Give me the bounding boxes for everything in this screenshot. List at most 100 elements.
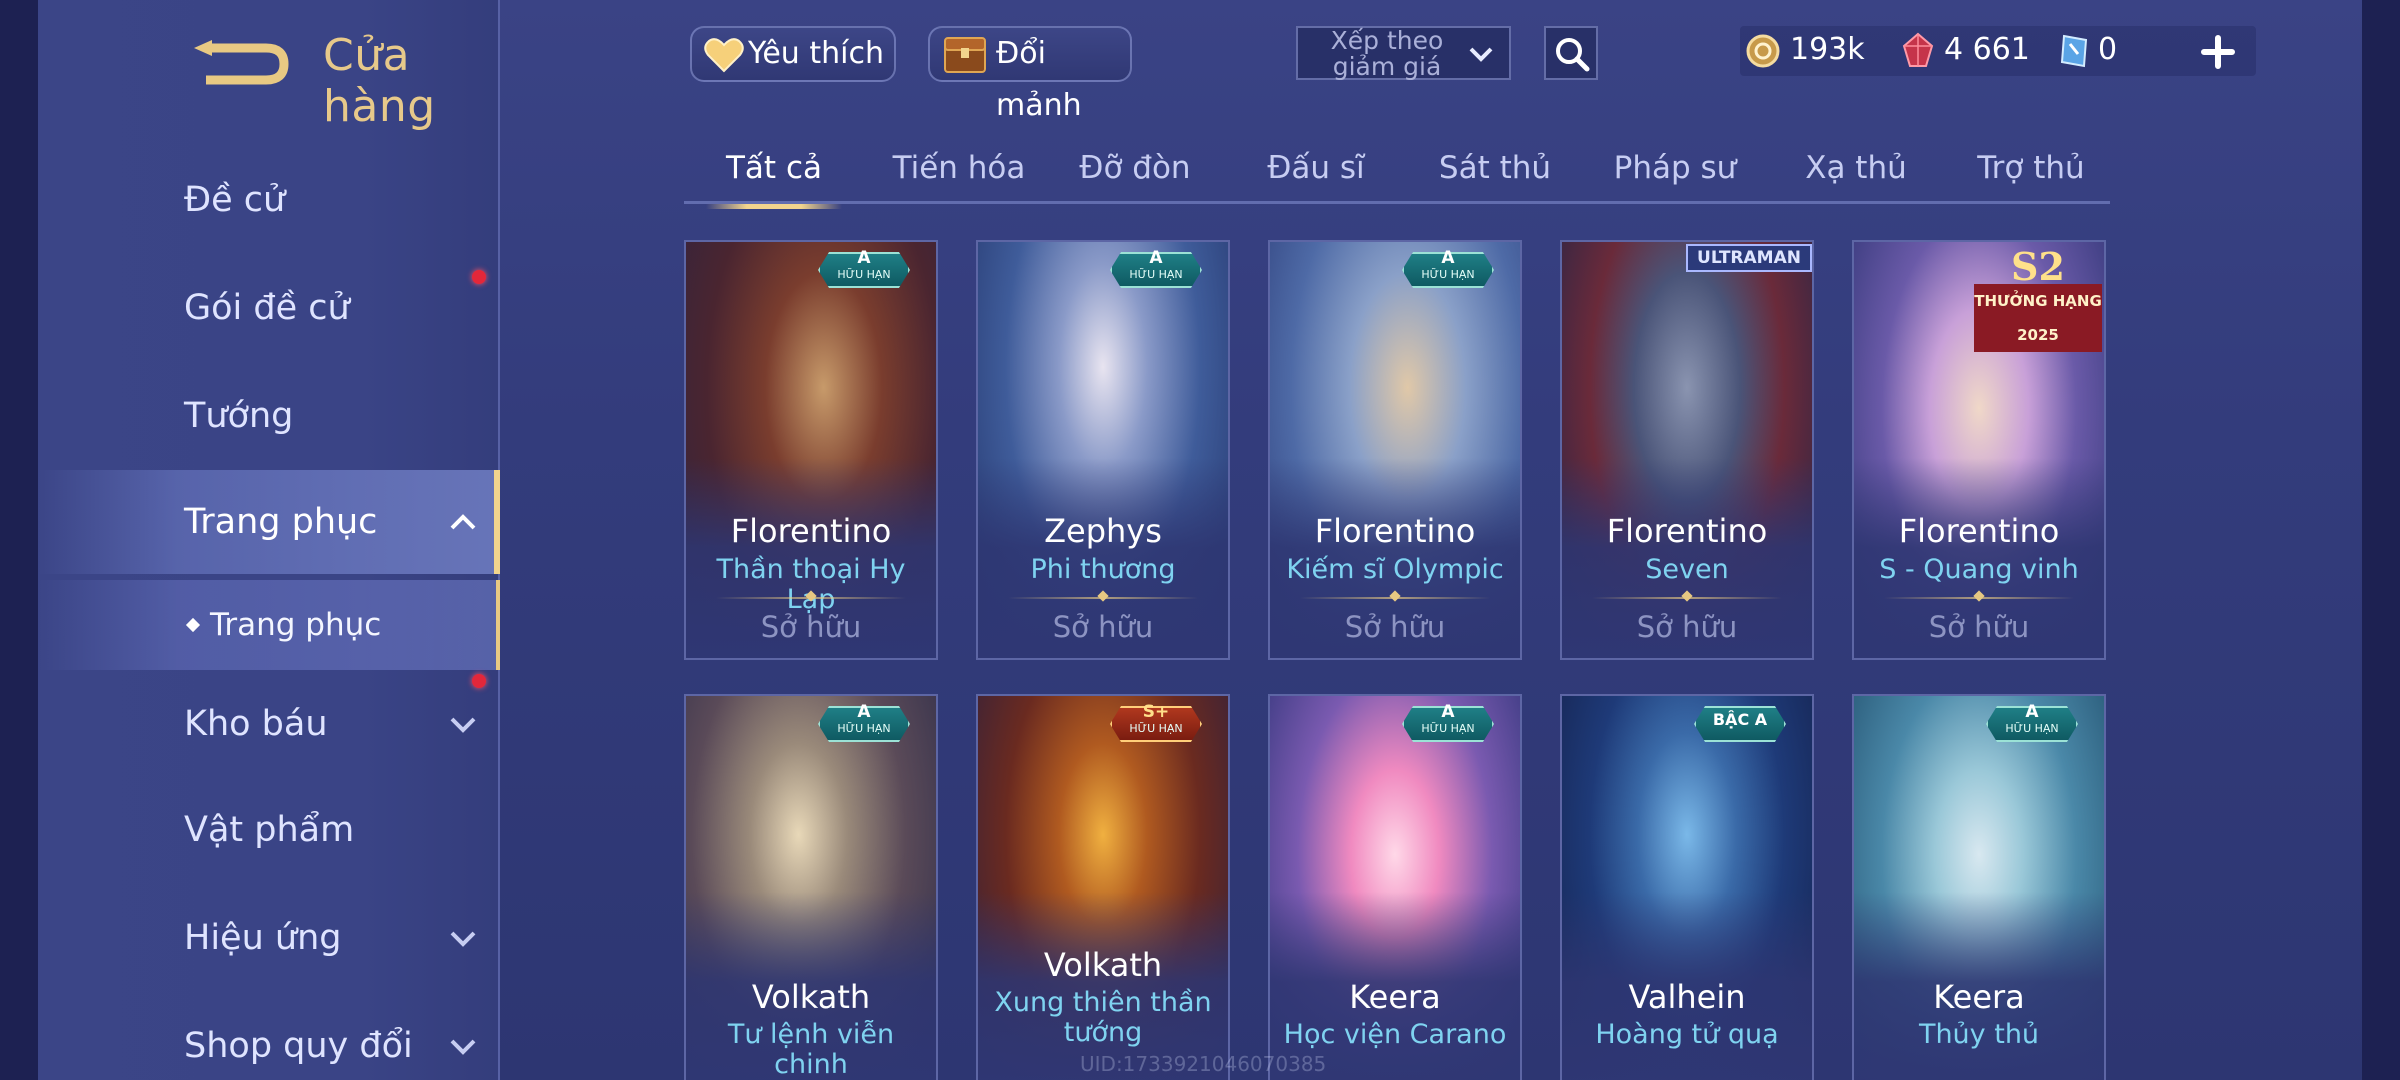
tab-support[interactable]: Trợ thủ: [1964, 140, 2098, 204]
tab-all[interactable]: Tất cả: [706, 140, 842, 209]
hero-name: Volkath: [1043, 946, 1163, 984]
add-currency-button[interactable]: [2190, 24, 2246, 80]
right-letterbox: [2362, 0, 2400, 1080]
sidebar-item-exchange-shop[interactable]: Shop quy đổi: [38, 994, 500, 1080]
hero-name: Florentino: [1606, 512, 1768, 550]
sidebar-item-recommended[interactable]: Đề cử: [38, 148, 500, 252]
sidebar-item-label: Kho báu: [184, 704, 328, 744]
notification-dot: [472, 674, 486, 688]
sidebar-item-skins[interactable]: Trang phục: [38, 470, 500, 574]
skin-card[interactable]: A HỮU HẠN Florentino Kiếm sĩ Olympic Sở h…: [1268, 240, 1522, 660]
skin-card[interactable]: A HỮU HẠN Keera Thủy thủ: [1852, 694, 2106, 1080]
owned-status: Sở hữu: [760, 610, 862, 644]
sidebar-item-label: Vật phẩm: [184, 810, 355, 850]
skin-card[interactable]: S2 THƯỞNG HẠNG 2025 Florentino S - Quang…: [1852, 240, 2106, 660]
chevron-down-icon: [450, 717, 476, 733]
skin-name: Hoàng tử quạ: [1595, 1019, 1779, 1050]
currency-gold: 193k: [1746, 22, 1876, 82]
skin-name: Học viện Carano: [1283, 1019, 1507, 1050]
hero-name: Zephys: [1044, 512, 1162, 550]
currency-ruby: 4 661: [1902, 22, 2052, 82]
shop-screen: Cửa hàng Đề cử Gói đề cử Tướng Trang phụ…: [0, 0, 2400, 1080]
sidebar-item-heroes[interactable]: Tướng: [38, 364, 500, 468]
sidebar-item-label: Shop quy đổi: [184, 1026, 413, 1066]
owned-status: Sở hữu: [1052, 610, 1154, 644]
category-tabs: Tất cả Tiến hóa Đỡ đòn Đấu sĩ Sát thủ Ph…: [684, 140, 2110, 209]
card-divider: [1300, 597, 1490, 599]
rank-badge: A HỮU HẠN: [818, 246, 910, 290]
back-arrow-icon: [194, 40, 289, 85]
treasure-chest-icon: [944, 37, 986, 73]
sidebar-subitem-label: Trang phục: [210, 607, 382, 643]
sidebar: Cửa hàng Đề cử Gói đề cử Tướng Trang phụ…: [38, 0, 500, 1080]
rank-badge: BẬC A: [1694, 700, 1786, 744]
card-divider: [716, 597, 906, 599]
rank-badge: A HỮU HẠN: [818, 700, 910, 744]
coin-icon: [1746, 34, 1780, 68]
skin-card[interactable]: A HỮU HẠN Volkath Tư lệnh viễn chinh: [684, 694, 938, 1080]
tab-evolution[interactable]: Tiến hóa: [884, 140, 1034, 204]
card-divider: [1884, 597, 2074, 599]
chevron-down-icon: [1469, 47, 1493, 62]
skin-card[interactable]: ULTRAMAN Florentino Seven Sở hữu: [1560, 240, 1814, 660]
season-badge: S2 THƯỞNG HẠNG 2025: [1974, 244, 2102, 352]
sidebar-item-treasure[interactable]: Kho báu: [38, 672, 500, 776]
rank-badge: A HỮU HẠN: [1402, 246, 1494, 290]
sidebar-item-items[interactable]: Vật phẩm: [38, 778, 500, 882]
sort-dropdown[interactable]: Xếp theo giảm giá: [1296, 26, 1511, 80]
page-title: Cửa hàng: [323, 30, 436, 132]
voucher-amount: 0: [2098, 32, 2118, 67]
tab-fighter[interactable]: Đấu sĩ: [1254, 140, 1378, 204]
sidebar-item-label: Trang phục: [184, 502, 378, 542]
hero-name: Florentino: [1898, 512, 2060, 550]
sidebar-item-label: Gói đề cử: [184, 288, 350, 328]
chevron-up-icon: [450, 514, 476, 530]
skin-name: Thần thoại Hy Lạp: [716, 554, 906, 615]
tab-assassin[interactable]: Sát thủ: [1428, 140, 1562, 204]
card-divider: [1008, 597, 1198, 599]
skin-name: Xung thiên thần tướng: [994, 987, 1212, 1048]
favorite-button[interactable]: Yêu thích: [690, 26, 896, 82]
sidebar-item-label: Hiệu ứng: [184, 918, 342, 958]
rank-badge: A HỮU HẠN: [1402, 700, 1494, 744]
hero-name: Valhein: [1628, 978, 1746, 1016]
hero-name: Volkath: [751, 978, 871, 1016]
skin-name: Kiếm sĩ Olympic: [1286, 554, 1504, 585]
owned-status: Sở hữu: [1344, 610, 1446, 644]
sidebar-item-recommended-packs[interactable]: Gói đề cử: [38, 256, 500, 360]
skin-name: Seven: [1645, 554, 1729, 585]
favorite-label: Yêu thích: [748, 36, 884, 71]
chevron-down-icon: [450, 1039, 476, 1055]
bullet-diamond-icon: [185, 617, 201, 633]
skin-name: Thủy thủ: [1918, 1019, 2040, 1050]
sort-dropdown-value: Xếp theo giảm giá: [1330, 26, 1444, 81]
owned-status: Sở hữu: [1928, 610, 2030, 644]
tab-tank[interactable]: Đỡ đòn: [1066, 140, 1204, 204]
skin-card[interactable]: A HỮU HẠN Keera Học viện Carano: [1268, 694, 1522, 1080]
skin-card[interactable]: BẬC A Valhein Hoàng tử quạ: [1560, 694, 1814, 1080]
sidebar-item-effects[interactable]: Hiệu ứng: [38, 886, 500, 990]
skin-card[interactable]: S+ HỮU HẠN Volkath Xung thiên thần tướng: [976, 694, 1230, 1080]
rank-badge: S+ HỮU HẠN: [1110, 700, 1202, 744]
back-button[interactable]: [188, 30, 298, 90]
hero-name: Keera: [1933, 978, 2025, 1016]
chevron-down-icon: [450, 931, 476, 947]
rank-badge: A HỮU HẠN: [1110, 246, 1202, 290]
skin-card[interactable]: AHỮU HẠN Florentino Thần thoại Hy Lạp Sở…: [684, 240, 938, 660]
search-button[interactable]: [1544, 26, 1598, 80]
sidebar-subitem-skins[interactable]: Trang phục: [38, 580, 500, 670]
notification-dot: [472, 270, 486, 284]
exchange-shards-button[interactable]: Đổi mảnh: [928, 26, 1132, 123]
rank-badge: A HỮU HẠN: [1986, 700, 2078, 744]
skin-name: Phi thương: [1030, 554, 1176, 585]
tab-marksman[interactable]: Xạ thủ: [1792, 140, 1920, 204]
collab-badge: ULTRAMAN: [1686, 244, 1812, 272]
hero-name: Florentino: [730, 512, 892, 550]
currency-voucher: 0: [2058, 22, 2148, 82]
search-icon: [1556, 38, 1590, 72]
left-letterbox: [0, 0, 38, 1080]
skin-card[interactable]: A HỮU HẠN Zephys Phi thương Sở hữu: [976, 240, 1230, 660]
sidebar-item-label: Đề cử: [184, 180, 286, 220]
owned-status: Sở hữu: [1636, 610, 1738, 644]
tab-mage[interactable]: Pháp sư: [1604, 140, 1746, 204]
